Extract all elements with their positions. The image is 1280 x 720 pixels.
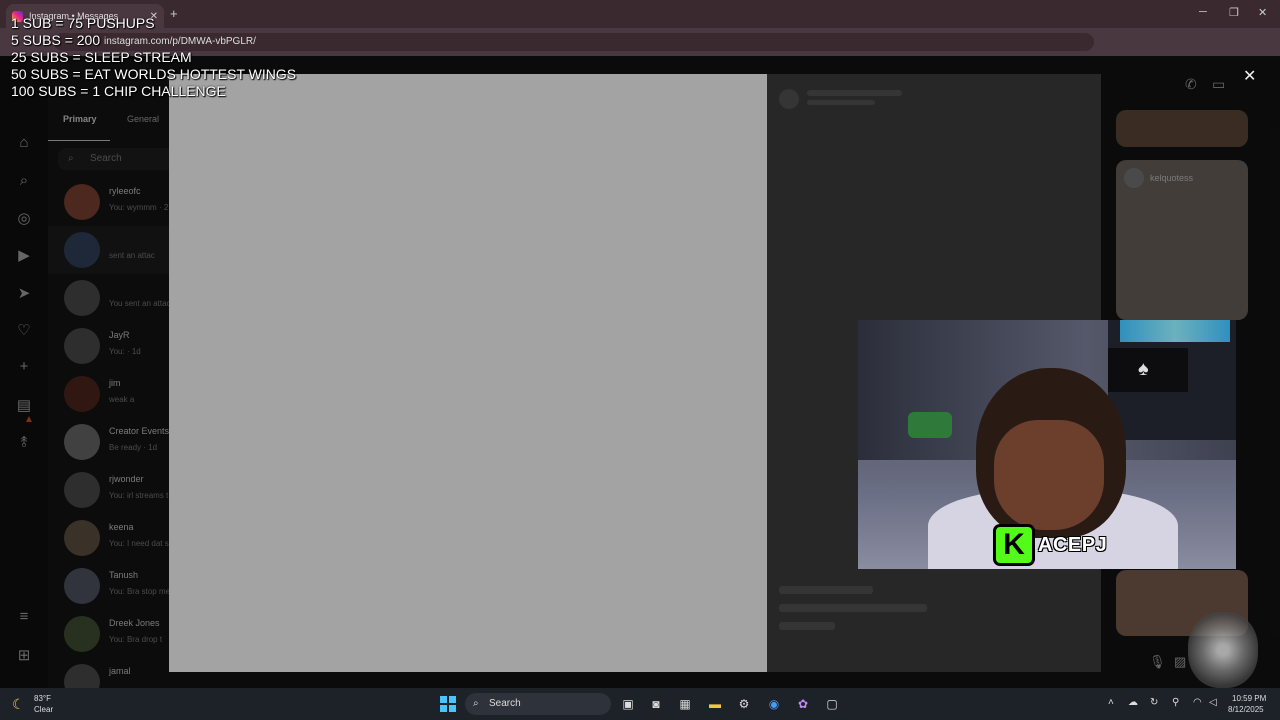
close-modal-icon[interactable]: ✕ [1243,66,1256,86]
clock-time[interactable]: 10:59 PM [1232,694,1266,703]
restore-icon[interactable]: ❐ [1229,6,1239,19]
windows-taskbar: ☾ 83°F Clear ⌕ Search ▣ ◙ ▦ ▬ ⚙ ◉ ✿ ▢ ˄ … [0,688,1280,720]
loading-line [807,90,902,96]
streamer-name: ACEPJ [1038,533,1108,556]
loading-avatar [779,89,799,109]
moon-weather-icon[interactable]: ☾ [12,696,25,713]
app-icon[interactable]: ◙ [648,696,664,712]
stream-goal-line: 100 SUBS = 1 CHIP CHALLENGE [11,83,226,99]
cam-face [994,420,1104,530]
minimize-icon[interactable]: ─ [1199,6,1207,18]
app-icon[interactable]: ⚙ [736,696,752,712]
weather-condition[interactable]: Clear [34,705,53,714]
stream-goal-line: 50 SUBS = EAT WORLDS HOTTEST WINGS [11,66,297,82]
stream-goal-line: 1 SUB = 75 PUSHUPS [11,15,155,31]
loading-line [779,622,835,630]
wifi-icon[interactable]: ◠ [1193,697,1202,708]
corner-watermark [1188,612,1258,688]
mic-tray-icon[interactable]: ⚲ [1172,697,1179,708]
onedrive-icon[interactable]: ☁ [1128,697,1138,708]
weather-temperature[interactable]: 83°F [34,694,51,703]
chrome-icon[interactable]: ◉ [766,696,782,712]
stream-goal-line: 25 SUBS = SLEEP STREAM [11,49,192,65]
taskbar-search-label: Search [489,698,521,709]
tray-app-icon[interactable]: ↻ [1150,697,1158,708]
stream-goals-overlay: 1 SUB = 75 PUSHUPS 5 SUBS = 200 25 SUBS = … [11,15,296,100]
tray-chevron-icon[interactable]: ˄ [1108,697,1114,708]
spade-icon: ♠ [1138,358,1149,380]
file-explorer-icon[interactable]: ▬ [707,696,723,712]
task-view-icon[interactable]: ▣ [620,696,636,712]
loading-line [779,604,927,612]
kick-logo-icon: K [993,524,1035,566]
cam-object [908,412,952,438]
taskbar-search[interactable]: ⌕ Search [465,693,611,715]
loading-line [779,586,873,594]
windows-start-icon[interactable] [440,696,456,712]
post-media-placeholder [169,74,767,672]
clock-date[interactable]: 8/12/2025 [1228,705,1264,714]
cam-led-light [1120,320,1230,342]
kick-badge: K ACEPJ [993,524,1107,566]
close-window-icon[interactable]: ✕ [1258,6,1267,19]
app-icon[interactable]: ▢ [824,696,840,712]
loading-line [807,100,875,105]
stream-goal-line: 5 SUBS = 200 [11,32,101,48]
volume-icon[interactable]: ◁ [1209,697,1217,708]
store-icon[interactable]: ▦ [677,696,693,712]
search-icon: ⌕ [473,698,479,709]
copilot-icon[interactable]: ✿ [795,696,811,712]
screen: Instagram • Messages ✕ + ─ ❐ ✕ instagram… [0,0,1280,720]
